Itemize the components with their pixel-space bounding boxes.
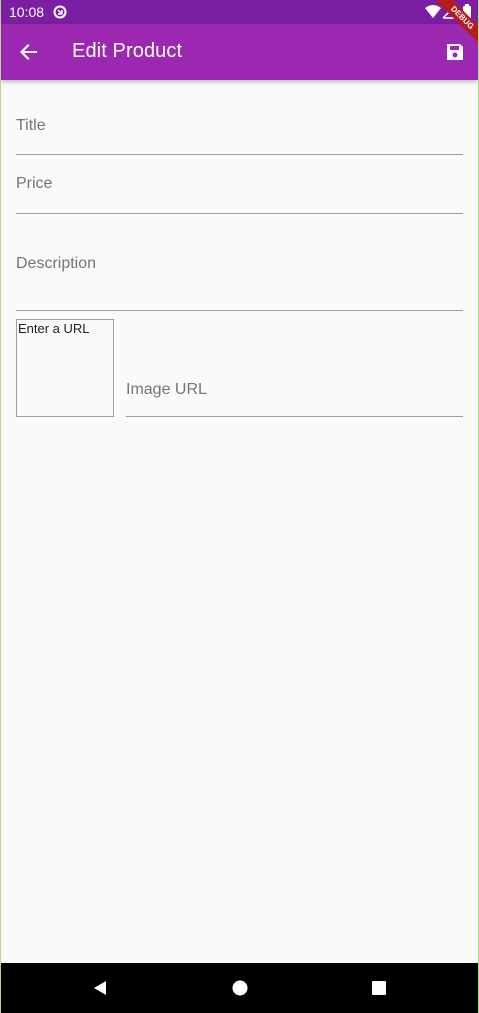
image-preview-box: Enter a URL — [16, 319, 114, 417]
app-bar: Edit Product — [1, 24, 478, 80]
description-field[interactable]: Description — [16, 214, 463, 311]
notification-app-icon — [53, 5, 67, 19]
nav-back-triangle-icon[interactable] — [92, 980, 108, 996]
edit-product-screen: 10:08 Edit Product DEBUG Title Price Des… — [0, 0, 479, 1013]
back-button[interactable] — [13, 36, 45, 68]
arrow-back-icon — [20, 44, 37, 60]
nav-recents-square-icon[interactable] — [371, 980, 387, 996]
image-url-field-label: Image URL — [126, 381, 207, 398]
status-time: 10:08 — [9, 4, 45, 20]
image-row: Enter a URL Image URL — [16, 311, 463, 419]
battery-icon — [463, 4, 471, 19]
price-field[interactable]: Price — [16, 155, 463, 214]
title-field[interactable]: Title — [16, 80, 463, 155]
description-field-label: Description — [16, 255, 97, 272]
page-title: Edit Product — [72, 40, 183, 62]
signal-icon — [443, 5, 455, 19]
status-bar: 10:08 — [1, 0, 478, 24]
image-url-field[interactable]: Image URL — [126, 319, 463, 417]
nav-home-circle-icon[interactable] — [232, 980, 248, 996]
save-icon — [447, 44, 463, 60]
save-button[interactable] — [439, 36, 471, 68]
wifi-icon — [425, 5, 441, 18]
product-form: Title Price Description Enter a URL Imag… — [16, 80, 463, 419]
title-field-label: Title — [16, 117, 46, 134]
price-field-label: Price — [16, 175, 53, 192]
image-preview-placeholder: Enter a URL — [18, 321, 90, 336]
system-nav-bar — [1, 963, 478, 1013]
